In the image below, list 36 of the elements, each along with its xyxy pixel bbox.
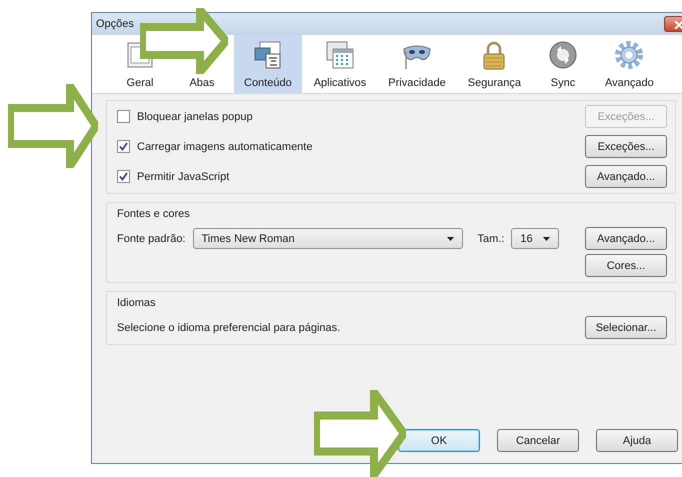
size-label: Tam.:: [478, 232, 504, 244]
toolbar-tab[interactable]: Aplicativos: [314, 77, 366, 90]
dialog-button[interactable]: Ajuda: [596, 429, 678, 452]
sync-icon[interactable]: [547, 39, 579, 71]
checkbox[interactable]: [117, 140, 130, 153]
options-button[interactable]: Exceções...: [585, 135, 667, 158]
toolbar-tab[interactable]: Privacidade: [388, 77, 446, 90]
toolbar-tab[interactable]: Sync: [550, 77, 576, 90]
caret-icon: [543, 236, 550, 240]
group-title: Idiomas: [117, 297, 157, 309]
close-icon: [674, 21, 682, 29]
languages-text: Selecione o idioma preferencial para páginas.: [117, 322, 340, 334]
checkbox[interactable]: [117, 170, 130, 183]
checkbox[interactable]: [117, 110, 130, 123]
font-dropdown[interactable]: Times New Roman: [192, 228, 462, 249]
window-title: Opções: [96, 18, 134, 30]
advanced-button[interactable]: Avançado...: [585, 227, 667, 250]
colors-button[interactable]: Cores...: [585, 254, 667, 277]
select-button[interactable]: Selecionar...: [585, 316, 667, 339]
font-label: Fonte padrão:: [117, 232, 186, 244]
caret-icon: [446, 236, 454, 240]
toolbar-tab[interactable]: Conteúdo: [244, 77, 292, 90]
toolbar-tab[interactable]: Avançado: [605, 77, 654, 90]
calendar-icon[interactable]: [324, 39, 356, 71]
size-dropdown[interactable]: 16: [511, 228, 560, 249]
toolbar-tab[interactable]: Abas: [189, 77, 215, 90]
gear-icon[interactable]: [613, 39, 646, 71]
checkbox-label[interactable]: Carregar imagens automaticamente: [137, 140, 312, 152]
dialog-button[interactable]: OK: [398, 429, 480, 452]
toolbar-tab[interactable]: Segurança: [468, 77, 521, 90]
dialog-button[interactable]: Cancelar: [497, 429, 579, 452]
checkbox-label[interactable]: Permitir JavaScript: [137, 170, 230, 182]
checkbox-label[interactable]: Bloquear janelas popup: [137, 110, 253, 122]
options-button[interactable]: Avançado...: [585, 165, 667, 188]
toolbar-tab[interactable]: Geral: [126, 77, 154, 90]
group-title: Fontes e cores: [117, 208, 191, 220]
